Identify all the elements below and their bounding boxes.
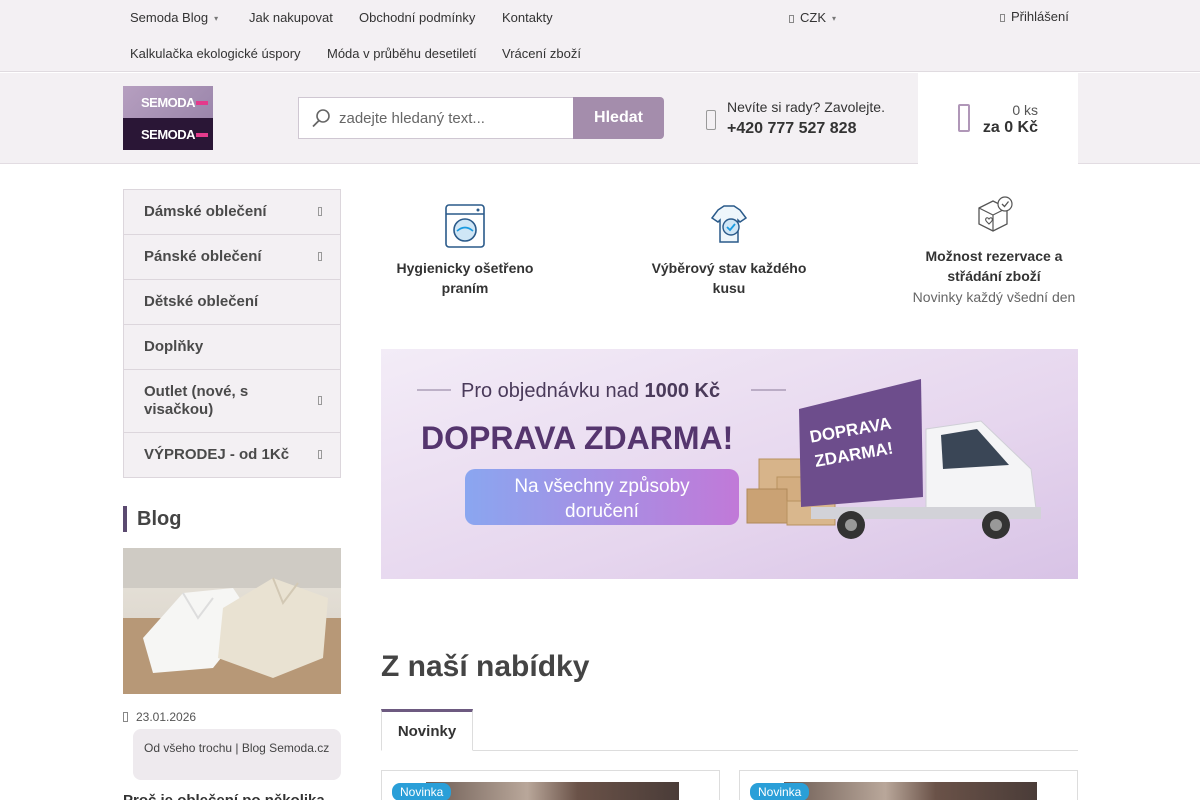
nav-link-obchodni-podminky[interactable]: Obchodní podmínky bbox=[359, 10, 475, 25]
benefit-title: Výběrový stav každého kusu bbox=[651, 260, 807, 296]
benefit-title: Hygienicky ošetřeno praním bbox=[396, 260, 534, 296]
cart-quantity: 0 ks bbox=[1012, 102, 1038, 118]
benefit-title: Možnost rezervace a střádání zboží bbox=[925, 248, 1063, 284]
product-card[interactable]: Novinka bbox=[381, 770, 720, 800]
help-text: Nevíte si rady? Zavolejte. bbox=[727, 99, 885, 115]
product-card[interactable]: Novinka bbox=[739, 770, 1078, 800]
nav-link-jak-nakupovat[interactable]: Jak nakupovat bbox=[249, 10, 333, 25]
banner-headline: DOPRAVA ZDARMA! bbox=[421, 420, 733, 456]
search-input[interactable] bbox=[339, 98, 569, 138]
shirt-tag-icon bbox=[710, 205, 748, 243]
header: SEMODA SEMODA Hledat Nevíte si rady? Zav… bbox=[0, 73, 1200, 164]
new-badge: Novinka bbox=[392, 783, 452, 800]
blog-category-tag[interactable]: Od všeho trochu | Blog Semoda.cz bbox=[133, 729, 341, 780]
cart-icon bbox=[958, 104, 970, 132]
phone-number[interactable]: +420 777 527 828 bbox=[727, 120, 856, 138]
benefit-reservation: Možnost rezervace a střádání zboží Novin… bbox=[905, 192, 1083, 305]
benefit-hygiene: Hygienicky ošetřeno praním bbox=[386, 200, 544, 298]
nav-link-kontakty[interactable]: Kontakty bbox=[502, 10, 553, 25]
banner-line1: Pro objednávku nad 1000 Kč bbox=[461, 380, 720, 402]
banner-graphic: Pro objednávku nad 1000 Kč DOPRAVA ZDARM… bbox=[381, 349, 1078, 579]
chevron-down-icon: ▾ bbox=[832, 14, 837, 24]
new-badge: Novinka bbox=[750, 783, 810, 800]
blog-date: 23.01.2026 bbox=[123, 710, 196, 724]
menu-item-panske[interactable]: Pánské oblečení bbox=[124, 235, 340, 280]
nav-link-blog[interactable]: Semoda Blog ▾ bbox=[130, 10, 218, 25]
menu-item-detske[interactable]: Dětské oblečení bbox=[124, 280, 340, 325]
nav-link-moda-desetileti[interactable]: Móda v průběhu desetiletí bbox=[327, 46, 477, 61]
section-title: Z naší nabídky bbox=[381, 650, 590, 683]
offer-tabs: Novinky bbox=[381, 709, 1078, 751]
washing-machine-icon bbox=[445, 204, 485, 248]
blog-image[interactable] bbox=[123, 548, 341, 694]
cart-total: za 0 Kč bbox=[982, 119, 1038, 136]
blog-headline[interactable]: Proč je oblečení po několika bbox=[123, 792, 341, 800]
chevron-right-icon bbox=[318, 450, 322, 459]
package-heart-icon bbox=[978, 196, 1013, 232]
search-icon bbox=[312, 109, 330, 128]
currency-selector[interactable]: CZK ▾ bbox=[789, 10, 836, 25]
category-menu: Dámské oblečení Pánské oblečení Dětské o… bbox=[123, 189, 341, 478]
product-image bbox=[426, 782, 679, 800]
menu-item-damske[interactable]: Dámské oblečení bbox=[124, 190, 340, 235]
nav-link-vraceni-zbozi[interactable]: Vrácení zboží bbox=[502, 46, 581, 61]
product-image bbox=[784, 782, 1037, 800]
cart-widget[interactable]: 0 ks za 0 Kč bbox=[918, 73, 1078, 164]
blog-shirts-image bbox=[123, 548, 341, 694]
menu-item-doplnky[interactable]: Doplňky bbox=[124, 325, 340, 370]
calendar-icon bbox=[123, 712, 128, 722]
nav-link-kalkulacka[interactable]: Kalkulačka ekologické úspory bbox=[130, 46, 301, 61]
free-shipping-banner[interactable]: Pro objednávku nad 1000 Kč DOPRAVA ZDARM… bbox=[381, 349, 1078, 579]
blog-heading: Blog bbox=[123, 506, 181, 532]
currency-icon bbox=[789, 15, 794, 23]
chevron-down-icon: ▾ bbox=[214, 14, 219, 24]
top-bar: Semoda Blog ▾ Jak nakupovat Obchodní podm… bbox=[0, 0, 1200, 72]
chevron-right-icon bbox=[318, 396, 322, 405]
chevron-right-icon bbox=[318, 207, 322, 216]
banner-pill-text: Na všechny způsoby bbox=[514, 476, 690, 497]
user-icon bbox=[1000, 14, 1005, 22]
svg-text:doručení: doručení bbox=[565, 501, 640, 522]
menu-item-vyprodej[interactable]: VÝPRODEJ - od 1Kč bbox=[124, 433, 340, 477]
phone-icon bbox=[706, 110, 716, 130]
site-logo[interactable]: SEMODA SEMODA bbox=[123, 86, 213, 150]
login-link[interactable]: Přihlášení bbox=[1000, 9, 1069, 24]
search-button[interactable]: Hledat bbox=[573, 97, 664, 139]
benefit-subtitle: Novinky každý všední den bbox=[912, 289, 1076, 305]
chevron-right-icon bbox=[318, 252, 322, 261]
tab-novinky[interactable]: Novinky bbox=[381, 709, 473, 751]
benefit-condition: Výběrový stav každého kusu bbox=[650, 200, 808, 298]
search-box bbox=[298, 97, 574, 139]
menu-item-outlet[interactable]: Outlet (nové, s visačkou) bbox=[124, 370, 340, 433]
